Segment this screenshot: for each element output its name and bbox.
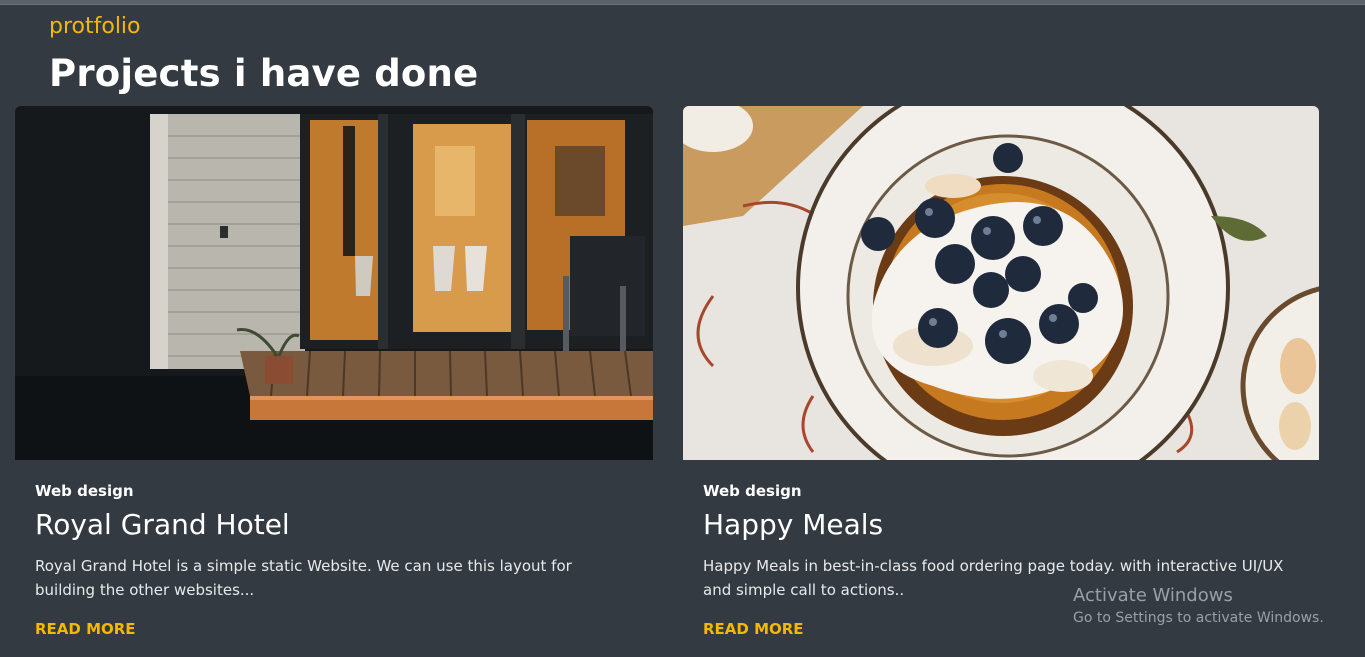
project-image-blueberry-pancakes[interactable] bbox=[683, 106, 1319, 460]
watermark-title: Activate Windows bbox=[1073, 585, 1233, 606]
project-card-happy-meals: Web design Happy Meals Happy Meals in be… bbox=[683, 106, 1319, 657]
browser-top-edge bbox=[0, 0, 1365, 5]
read-more-link[interactable]: READ MORE bbox=[703, 620, 804, 638]
project-category: Web design bbox=[703, 482, 802, 500]
project-image-house-at-night[interactable] bbox=[15, 106, 653, 460]
project-title: Royal Grand Hotel bbox=[35, 508, 290, 541]
watermark-subtitle: Go to Settings to activate Windows. bbox=[1073, 610, 1324, 626]
read-more-link[interactable]: READ MORE bbox=[35, 620, 136, 638]
section-kicker: protfolio bbox=[49, 14, 141, 39]
section-title: Projects i have done bbox=[49, 52, 479, 95]
windows-activation-watermark: Activate Windows Go to Settings to activ… bbox=[1073, 585, 1324, 626]
project-card-royal-grand-hotel: Web design Royal Grand Hotel Royal Grand… bbox=[15, 106, 653, 657]
project-category: Web design bbox=[35, 482, 134, 500]
project-title: Happy Meals bbox=[703, 508, 884, 541]
project-description: Royal Grand Hotel is a simple static Web… bbox=[35, 557, 572, 599]
